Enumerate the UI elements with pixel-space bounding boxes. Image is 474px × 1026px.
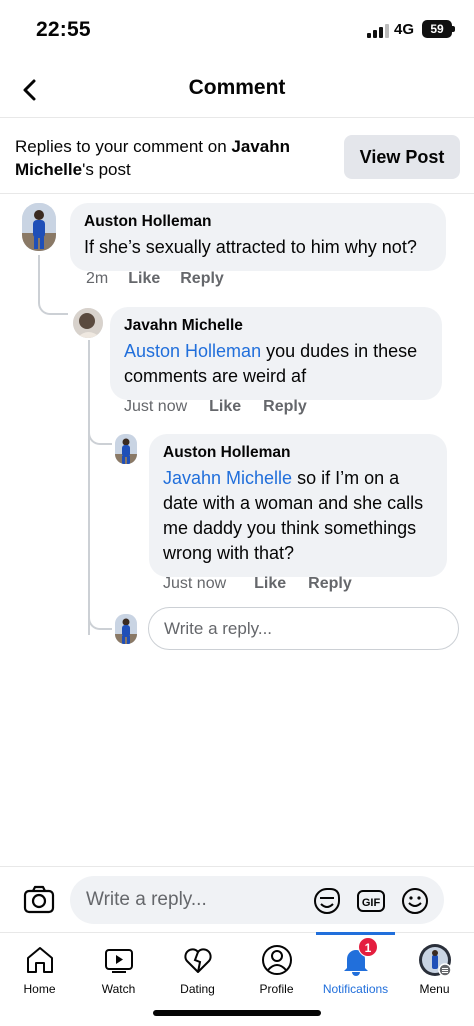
context-text: Replies to your comment on Javahn Michell…: [15, 135, 325, 181]
reply-button[interactable]: Reply: [263, 398, 307, 416]
comment-bubble: Javahn Michelle Auston Holleman you dude…: [110, 307, 442, 400]
like-button[interactable]: Like: [209, 398, 241, 416]
tab-label: Home: [23, 982, 56, 996]
tab-label: Notifications: [322, 982, 389, 996]
view-post-button[interactable]: View Post: [344, 135, 460, 179]
signal-icon: [367, 24, 389, 38]
status-bar: 22:55 4G 59: [0, 0, 474, 60]
emoji-icon[interactable]: [400, 886, 430, 916]
like-button[interactable]: Like: [128, 270, 160, 288]
context-prefix: Replies to your comment on: [15, 137, 232, 156]
mention-link[interactable]: Javahn Michelle: [163, 468, 292, 488]
avatar[interactable]: [115, 434, 137, 464]
tab-label: Watch: [101, 982, 136, 996]
comment-author[interactable]: Javahn Michelle: [124, 317, 428, 335]
comment-author[interactable]: Auston Holleman: [84, 213, 432, 231]
menu-avatar-icon: [418, 944, 452, 977]
thread-reply-input[interactable]: Write a reply...: [148, 607, 459, 650]
comment-bubble: Auston Holleman Javahn Michelle so if I’…: [149, 434, 447, 577]
home-icon: [26, 947, 53, 973]
comment-meta: Just now Like Reply: [163, 575, 352, 593]
tab-watch[interactable]: Watch: [79, 933, 158, 1003]
home-indicator: [153, 1010, 321, 1016]
sticker-icon[interactable]: [312, 886, 342, 916]
camera-icon[interactable]: [22, 883, 56, 917]
comment-author[interactable]: Auston Holleman: [163, 444, 433, 462]
comment-text: Auston Holleman you dudes in these comme…: [124, 339, 428, 389]
context-bar: Replies to your comment on Javahn Michell…: [0, 120, 474, 194]
context-suffix: 's post: [82, 160, 131, 179]
network-type: 4G: [394, 21, 415, 38]
gif-icon[interactable]: GIF: [356, 886, 386, 916]
thread-line: [88, 405, 112, 445]
reply-button[interactable]: Reply: [308, 575, 352, 593]
dating-icon: [183, 948, 212, 973]
tab-label: Dating: [180, 982, 215, 996]
gif-label: GIF: [362, 897, 381, 909]
tab-label: Profile: [259, 982, 294, 996]
thread-line: [38, 255, 68, 315]
post-owner-last[interactable]: Michelle: [15, 160, 82, 179]
reply-composer: Write a reply... GIF: [0, 866, 474, 934]
tab-bar: Home Watch Dating Profile 1 Notification…: [0, 932, 474, 1002]
comment-meta: Just now Like Reply: [124, 398, 307, 416]
post-owner-first[interactable]: Javahn: [231, 137, 290, 156]
watch-icon: [104, 949, 133, 973]
avatar[interactable]: [73, 308, 103, 338]
battery-icon: 59: [422, 20, 455, 38]
comment-time: Just now: [124, 398, 188, 415]
page-title: Comment: [188, 76, 286, 99]
status-time: 22:55: [36, 18, 91, 41]
comment-time: 2m: [86, 270, 109, 287]
notification-badge: 1: [358, 937, 378, 957]
comment-time: Just now: [163, 575, 227, 592]
tab-profile[interactable]: Profile: [237, 933, 316, 1003]
reply-button[interactable]: Reply: [180, 270, 224, 288]
comment-text: Javahn Michelle so if I’m on a date with…: [163, 466, 433, 566]
avatar: [115, 614, 137, 644]
comment-meta: 2m Like Reply: [86, 270, 224, 288]
tab-menu[interactable]: Menu: [395, 933, 474, 1003]
comment-text: If she’s sexually attracted to him why n…: [84, 237, 417, 257]
tab-dating[interactable]: Dating: [158, 933, 237, 1003]
thread-line: [88, 590, 112, 630]
mention-link[interactable]: Auston Holleman: [124, 341, 261, 361]
tab-notifications[interactable]: 1 Notifications: [316, 932, 395, 1003]
profile-icon: [261, 945, 292, 975]
composer-input[interactable]: Write a reply... GIF: [70, 876, 444, 924]
comment-bubble: Auston Holleman If she’s sexually attrac…: [70, 203, 446, 271]
avatar[interactable]: [22, 203, 56, 251]
tab-home[interactable]: Home: [0, 933, 79, 1003]
header: Comment: [0, 62, 474, 118]
like-button[interactable]: Like: [254, 575, 286, 593]
tab-label: Menu: [419, 982, 450, 996]
composer-placeholder: Write a reply...: [86, 889, 207, 910]
